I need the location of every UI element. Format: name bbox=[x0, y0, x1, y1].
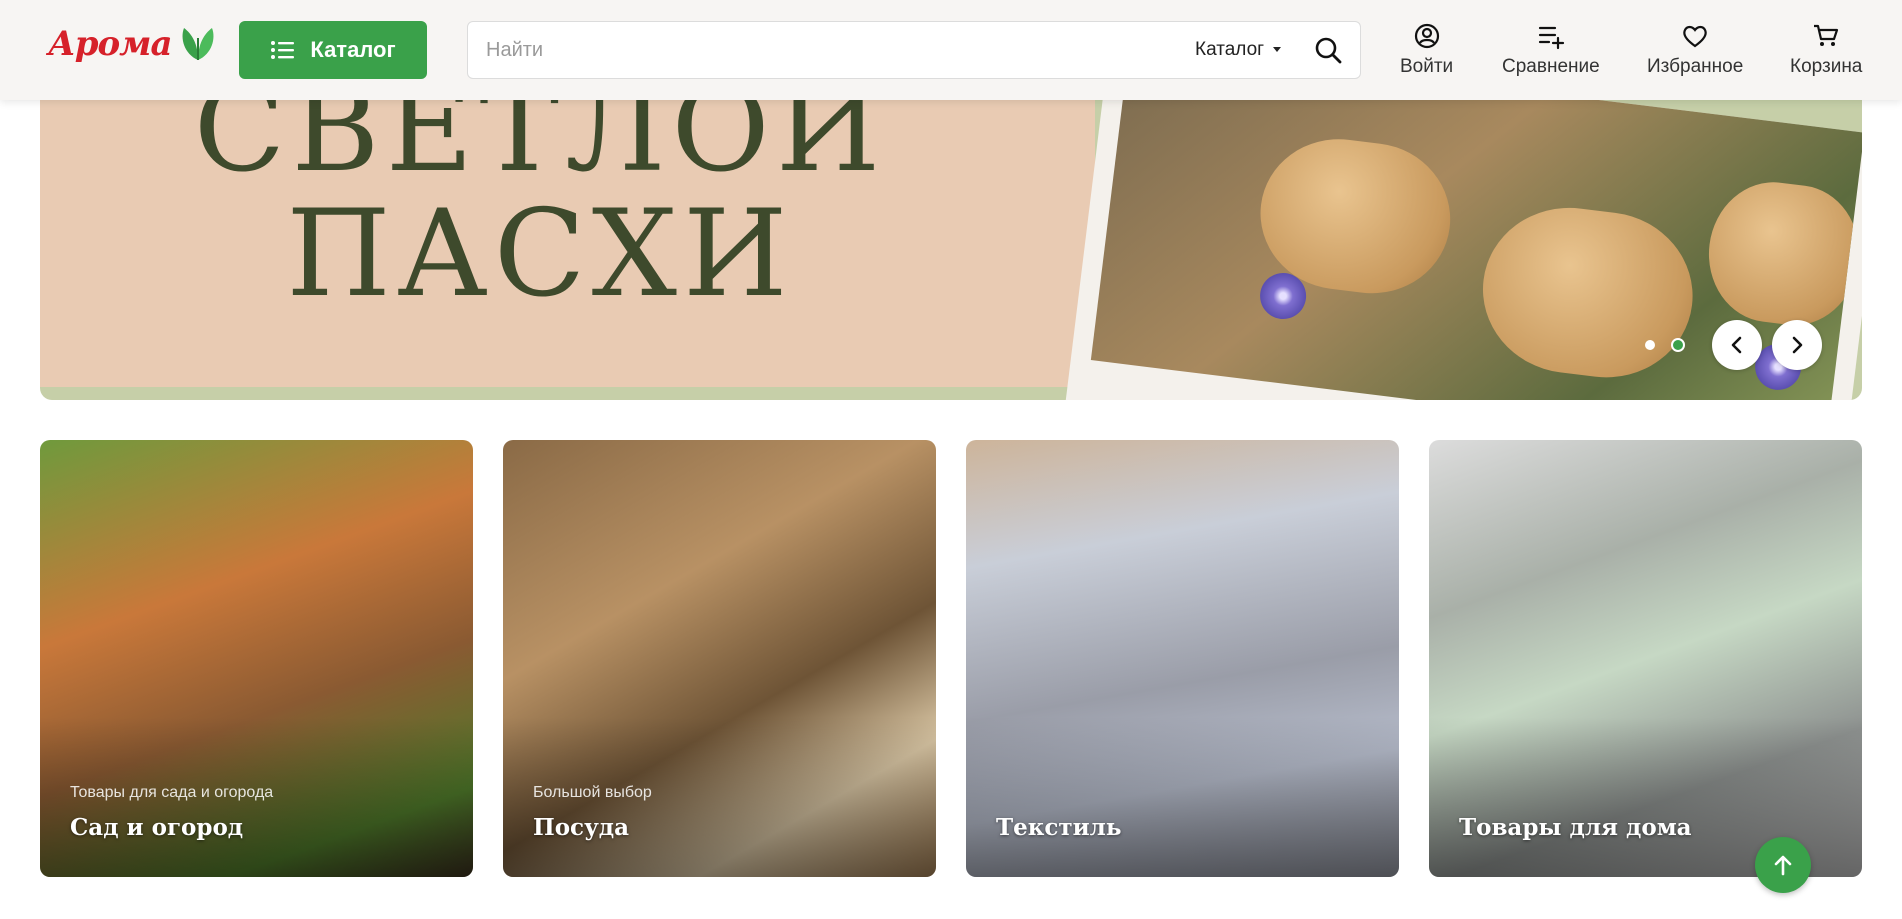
category-card-home[interactable]: Товары для дома bbox=[1429, 440, 1862, 877]
nav-favorites-label: Избранное bbox=[1647, 56, 1744, 77]
scroll-to-top-button[interactable] bbox=[1755, 837, 1811, 893]
egg-image bbox=[1701, 175, 1862, 333]
nav-cart-label: Корзина bbox=[1790, 56, 1863, 77]
search-category-label: Каталог bbox=[1195, 39, 1265, 60]
list-icon bbox=[271, 41, 295, 59]
nav-compare-label: Сравнение bbox=[1502, 56, 1600, 77]
hero-banner[interactable]: СВЕТЛОЙ ПАСХИ bbox=[40, 80, 1862, 400]
category-card-textile[interactable]: Текстиль bbox=[966, 440, 1399, 877]
nav-favorites[interactable]: Избранное bbox=[1647, 22, 1743, 78]
nav-login[interactable]: Войти bbox=[1400, 22, 1453, 78]
banner-title-line2: ПАСХИ bbox=[286, 185, 794, 324]
site-header: Арома Каталог Каталог Войт bbox=[0, 0, 1902, 100]
nav-compare[interactable]: Сравнение bbox=[1502, 22, 1600, 78]
user-icon bbox=[1414, 23, 1439, 49]
category-title: Сад и огород bbox=[70, 814, 244, 841]
catalog-button-label: Каталог bbox=[310, 37, 396, 62]
leaf-icon bbox=[182, 28, 213, 60]
search-input[interactable] bbox=[484, 22, 1044, 78]
compare-icon bbox=[1538, 26, 1564, 50]
category-title: Товары для дома bbox=[1459, 814, 1692, 841]
category-title: Посуда bbox=[533, 814, 630, 841]
search-category-select[interactable]: Каталог bbox=[1195, 22, 1282, 78]
cart-icon bbox=[1814, 24, 1839, 46]
carousel-dots bbox=[1645, 338, 1685, 352]
nav-login-label: Войти bbox=[1400, 56, 1454, 77]
carousel-dot[interactable] bbox=[1645, 340, 1655, 350]
logo-text: Арома bbox=[48, 24, 172, 64]
category-title: Текстиль bbox=[996, 814, 1122, 841]
search-bar: Каталог bbox=[467, 21, 1361, 79]
card-overlay bbox=[966, 717, 1399, 877]
logo[interactable]: Арома bbox=[48, 24, 218, 64]
category-subtitle: Товары для сада и огорода bbox=[70, 784, 274, 801]
caret-down-icon bbox=[1273, 47, 1282, 52]
heart-icon bbox=[1683, 25, 1707, 48]
catalog-button[interactable]: Каталог bbox=[239, 21, 427, 79]
category-card-tableware[interactable]: Большой выбор Посуда bbox=[503, 440, 936, 877]
carousel-prev-button[interactable] bbox=[1712, 320, 1762, 370]
egg-image bbox=[1473, 197, 1703, 388]
category-card-garden[interactable]: Товары для сада и огорода Сад и огород bbox=[40, 440, 473, 877]
carousel-next-button[interactable] bbox=[1772, 320, 1822, 370]
nav-cart[interactable]: Корзина bbox=[1790, 22, 1862, 78]
carousel-dot-active[interactable] bbox=[1671, 338, 1685, 352]
category-subtitle: Большой выбор bbox=[533, 784, 652, 801]
search-icon[interactable] bbox=[1314, 36, 1342, 64]
chevron-right-icon bbox=[1792, 336, 1803, 354]
chevron-left-icon bbox=[1731, 336, 1742, 354]
arrow-up-icon bbox=[1774, 855, 1792, 876]
